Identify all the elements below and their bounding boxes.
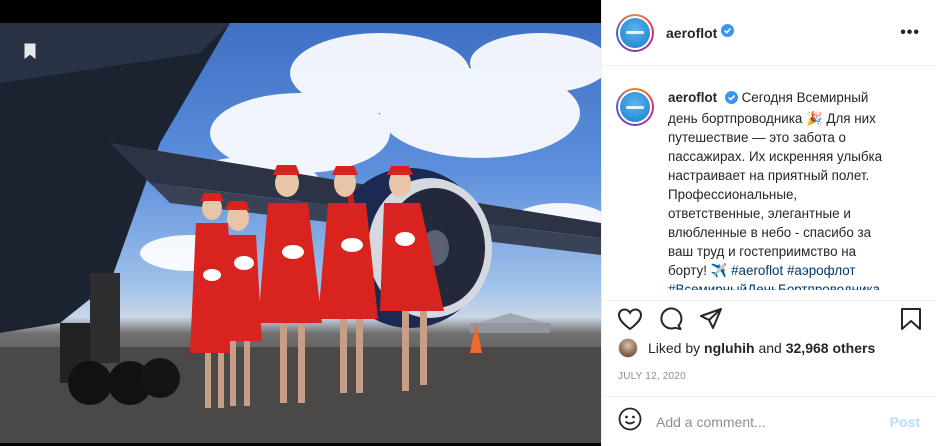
- likes-and: and: [758, 340, 782, 356]
- caption-avatar[interactable]: [616, 88, 654, 126]
- caption-text: Сегодня Всемирный день бортпроводника 🎉 …: [668, 90, 883, 278]
- comment-input[interactable]: [656, 413, 876, 430]
- caption-section: aeroflot Сегодня Всемирный день бортпров…: [602, 66, 936, 290]
- comment-bubble-icon[interactable]: [658, 307, 684, 336]
- paper-plane-icon[interactable]: [698, 307, 724, 336]
- likes-line: Liked by ngluhih and 32,968 others: [618, 338, 875, 358]
- likes-prefix: Liked by: [648, 340, 701, 356]
- more-options-button[interactable]: •••: [900, 24, 922, 42]
- post-photo[interactable]: [0, 23, 601, 443]
- caption: aeroflot Сегодня Всемирный день бортпров…: [668, 88, 894, 290]
- heart-icon[interactable]: [617, 307, 643, 336]
- likes-count[interactable]: 32,968 others: [786, 340, 876, 356]
- post-header: aeroflot •••: [602, 0, 936, 66]
- caption-username[interactable]: aeroflot: [668, 90, 717, 105]
- verified-badge-icon: [724, 90, 738, 109]
- liker-username[interactable]: ngluhih: [704, 340, 755, 356]
- hashtag-link[interactable]: #аэрофлот: [787, 263, 856, 278]
- verified-badge-icon: [721, 23, 735, 42]
- liker-avatar[interactable]: [618, 338, 638, 358]
- post-comment-button[interactable]: Post: [890, 414, 920, 430]
- comment-box: Post: [602, 396, 936, 446]
- post-date[interactable]: JULY 12, 2020: [618, 371, 686, 382]
- bookmark-icon[interactable]: [900, 307, 922, 336]
- account-avatar[interactable]: [616, 13, 654, 52]
- flight-attendants-photo: [0, 23, 601, 443]
- smiley-icon[interactable]: [618, 407, 642, 436]
- action-bar: [602, 300, 936, 336]
- hashtag-link[interactable]: #ВсемирныйДеньБортпроводника: [668, 282, 880, 290]
- account-name[interactable]: aeroflot: [666, 25, 717, 41]
- hashtag-link[interactable]: #aeroflot: [731, 263, 783, 278]
- instagram-post-view: aeroflot ••• aeroflot Сегодня Всемирный …: [0, 0, 936, 446]
- post-sidebar: aeroflot ••• aeroflot Сегодня Всемирный …: [601, 0, 936, 446]
